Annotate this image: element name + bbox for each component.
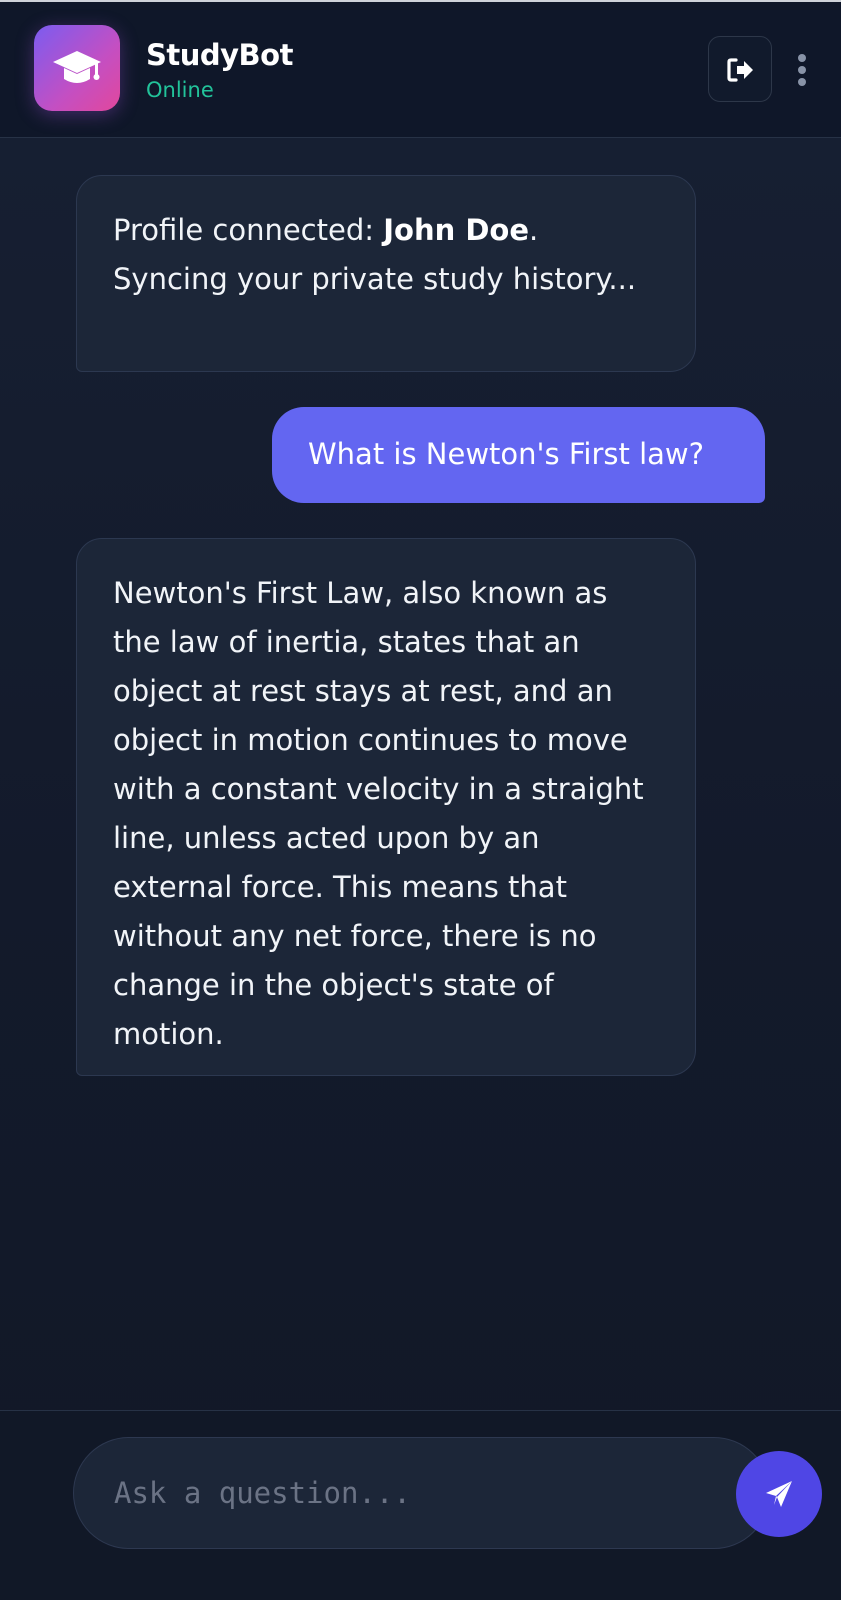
online-status: Online bbox=[146, 78, 214, 102]
profile-prefix: Profile connected: bbox=[113, 213, 384, 247]
vertical-dots-icon bbox=[798, 54, 806, 62]
bot-message: Newton's First Law, also known as the la… bbox=[76, 538, 696, 1076]
user-message: What is Newton's First law? bbox=[272, 407, 765, 503]
composer-bar bbox=[0, 1410, 841, 1600]
bot-message: Profile connected: John Doe. Syncing you… bbox=[76, 175, 696, 372]
composer bbox=[73, 1437, 822, 1549]
graduation-cap-icon bbox=[53, 51, 101, 83]
sign-out-icon bbox=[727, 58, 753, 82]
question-input[interactable] bbox=[114, 1468, 634, 1518]
logout-button[interactable] bbox=[708, 36, 772, 102]
more-options-button[interactable] bbox=[790, 48, 814, 90]
profile-name: John Doe bbox=[383, 213, 529, 247]
chat-app: StudyBot Online Profile connected: John … bbox=[0, 0, 841, 1600]
chat-header: StudyBot Online bbox=[0, 2, 841, 138]
paper-plane-icon bbox=[766, 1481, 792, 1507]
studybot-logo bbox=[34, 25, 120, 111]
send-button[interactable] bbox=[736, 1451, 822, 1537]
app-title: StudyBot bbox=[146, 38, 293, 72]
